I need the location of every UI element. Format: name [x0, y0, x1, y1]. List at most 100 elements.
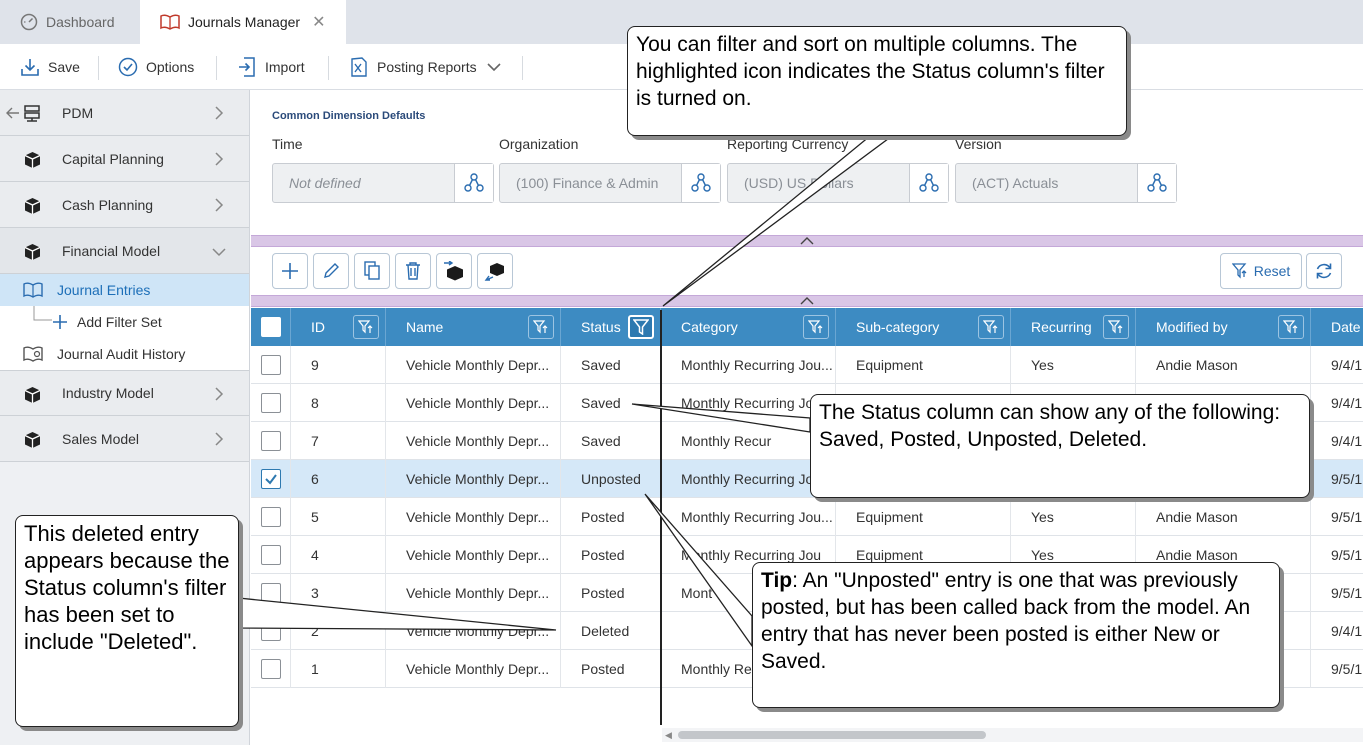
header-status[interactable]: Status — [561, 308, 661, 346]
cell-subcategory: Equipment — [836, 346, 1011, 384]
row-checkbox[interactable] — [261, 507, 281, 527]
chevron-up-icon — [800, 297, 814, 305]
collapse-splitter[interactable] — [251, 295, 1363, 307]
row-checkbox[interactable] — [261, 659, 281, 679]
filter-icon[interactable] — [353, 315, 379, 339]
cell-text: Posted — [581, 585, 625, 601]
cell-text: Deleted — [581, 623, 630, 639]
cell-text: 9/5/1 — [1331, 547, 1363, 563]
row-checkbox[interactable] — [261, 469, 281, 489]
version-field[interactable]: (ACT) Actuals — [955, 163, 1177, 203]
filter-icon[interactable] — [1278, 315, 1304, 339]
close-icon[interactable]: ✕ — [312, 12, 325, 32]
annotation-guide-line — [660, 310, 662, 725]
hierarchy-picker-button[interactable] — [909, 164, 948, 202]
tab-dashboard-label: Dashboard — [46, 14, 115, 30]
header-name[interactable]: Name — [386, 308, 561, 346]
header-modified-by[interactable]: Modified by — [1136, 308, 1311, 346]
cell-text: Saved — [581, 357, 621, 373]
time-label: Time — [272, 136, 303, 152]
refresh-button[interactable] — [1306, 253, 1342, 289]
toolbar-divider — [216, 56, 217, 80]
row-checkbox[interactable] — [261, 355, 281, 375]
post-cube-icon — [444, 261, 463, 281]
hierarchy-picker-button[interactable] — [681, 164, 720, 202]
time-field[interactable]: Not defined — [272, 163, 494, 203]
edit-button[interactable] — [313, 253, 349, 289]
row-select-cell — [251, 612, 291, 650]
sidebar-item-cash-planning[interactable]: Cash Planning — [0, 182, 249, 228]
unpost-button[interactable] — [477, 253, 513, 289]
tab-dashboard[interactable]: Dashboard — [20, 0, 115, 44]
options-button[interactable]: Options — [118, 44, 194, 90]
save-button[interactable]: Save — [20, 44, 80, 90]
header-category[interactable]: Category — [661, 308, 836, 346]
row-checkbox[interactable] — [261, 431, 281, 451]
scrollbar-thumb[interactable] — [678, 731, 986, 739]
cell-text: 9/4/1 — [1331, 623, 1363, 639]
sidebar-item-pdm[interactable]: PDM — [0, 90, 249, 136]
organization-field[interactable]: (100) Finance & Admin — [499, 163, 721, 203]
header-id[interactable]: ID — [291, 308, 386, 346]
row-checkbox[interactable] — [261, 621, 281, 641]
filter-active-icon[interactable] — [628, 315, 654, 339]
header-label: Date — [1331, 319, 1361, 335]
table-row[interactable]: 5 Vehicle Monthly Depr... Posted Monthly Re… — [251, 498, 1363, 536]
table-row[interactable]: 9 Vehicle Monthly Depr... Saved Monthly Rec… — [251, 346, 1363, 384]
filter-icon[interactable] — [528, 315, 554, 339]
book-icon — [23, 282, 43, 298]
unpost-cube-icon — [484, 263, 504, 281]
cell-id: 2 — [291, 612, 386, 650]
sidebar-item-journal-entries[interactable]: Journal Entries — [0, 274, 249, 306]
reporting-currency-value: (USD) US Dollars — [744, 175, 854, 191]
cell-text: Equipment — [856, 547, 923, 563]
import-button[interactable]: Import — [237, 44, 305, 90]
cube-icon — [24, 198, 41, 214]
cell-modified: Andie Mason — [1136, 346, 1311, 384]
copy-button[interactable] — [354, 253, 390, 289]
horizontal-scrollbar[interactable]: ◀ — [662, 728, 1363, 742]
tab-journals-manager[interactable]: Journals Manager ✕ — [140, 0, 346, 44]
post-button[interactable] — [436, 253, 472, 289]
delete-button[interactable] — [395, 253, 431, 289]
hierarchy-picker-button[interactable] — [454, 164, 493, 202]
filter-icon[interactable] — [803, 315, 829, 339]
header-subcategory[interactable]: Sub-category — [836, 308, 1011, 346]
row-checkbox[interactable] — [261, 545, 281, 565]
sidebar-item-journal-audit-history[interactable]: Journal Audit History — [0, 338, 249, 370]
row-select-cell — [251, 384, 291, 422]
header-date[interactable]: Date — [1311, 308, 1363, 346]
sidebar-item-capital-planning[interactable]: Capital Planning — [0, 136, 249, 182]
cell-text: Saved — [581, 395, 621, 411]
hierarchy-icon — [1147, 173, 1167, 192]
cell-text: Posted — [581, 509, 625, 525]
plus-icon — [53, 315, 67, 329]
row-checkbox[interactable] — [261, 393, 281, 413]
hierarchy-picker-button[interactable] — [1137, 164, 1176, 202]
add-button[interactable] — [272, 253, 308, 289]
cell-text: Vehicle Monthly Depr... — [406, 395, 550, 411]
sidebar-item-sales-model[interactable]: Sales Model — [0, 416, 249, 462]
row-checkbox[interactable] — [261, 583, 281, 603]
cell-text: Vehicle Monthly Depr... — [406, 433, 550, 449]
row-select-cell — [251, 574, 291, 612]
sidebar-item-industry-model[interactable]: Industry Model — [0, 370, 249, 416]
cell-id: 1 — [291, 650, 386, 688]
posting-reports-button[interactable]: Posting Reports — [349, 44, 509, 90]
reporting-currency-field[interactable]: (USD) US Dollars — [727, 163, 949, 203]
collapse-splitter[interactable] — [251, 235, 1363, 247]
select-all-checkbox[interactable] — [261, 317, 281, 337]
scroll-left-icon[interactable]: ◀ — [665, 730, 672, 741]
callout-filter-sort: You can filter and sort on multiple colu… — [627, 26, 1127, 136]
cell-name: Vehicle Monthly Depr... — [386, 384, 561, 422]
filter-icon[interactable] — [1103, 315, 1129, 339]
header-recurring[interactable]: Recurring — [1011, 308, 1136, 346]
sidebar-item-financial-model[interactable]: Financial Model — [0, 228, 249, 274]
add-filter-set-button[interactable]: Add Filter Set — [0, 306, 249, 338]
row-select-cell — [251, 650, 291, 688]
cell-date: 9/4/1 — [1311, 384, 1363, 422]
filter-icon[interactable] — [978, 315, 1004, 339]
sidebar-item-label: Capital Planning — [62, 150, 164, 167]
cell-date: 9/5/1 — [1311, 574, 1363, 612]
reset-filters-button[interactable]: Reset — [1220, 253, 1302, 289]
